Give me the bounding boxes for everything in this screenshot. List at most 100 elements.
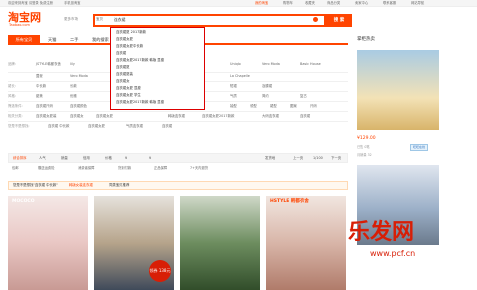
attribute-option[interactable]: 袖型 <box>230 104 237 108</box>
attribute-option[interactable]: 连衣裙尺码 <box>36 104 53 108</box>
search-category[interactable]: 宝贝 <box>96 17 103 22</box>
option-free-shipping[interactable]: 包邮 <box>12 166 19 170</box>
suggestion-item[interactable]: 连衣裙夏 2017新款 <box>116 30 146 34</box>
search-button[interactable]: 搜 索 <box>326 14 352 27</box>
sort-default[interactable]: 综合排序 <box>13 156 27 160</box>
sidebar-sales: 月销量 32 <box>357 153 372 157</box>
attribute-label: 筛选条件: <box>8 104 23 108</box>
length-option[interactable]: 及膝裙 <box>262 84 272 88</box>
suggestion-item[interactable]: 连衣裙女夏 显瘦 <box>116 86 141 90</box>
favorites-link[interactable]: 收藏夹 <box>305 1 315 5</box>
brand-option[interactable]: 茵曼 <box>36 74 43 78</box>
option-genuine[interactable]: 正品保障 <box>154 166 167 170</box>
related-option[interactable]: 连衣裙女夏2017新款 <box>202 114 234 118</box>
attribute-option[interactable]: 尺码 <box>310 104 317 108</box>
service-options: 包邮 赠送运费险 消费者保障 货到付款 正品保障 7+天内退货 <box>8 166 348 173</box>
related-option[interactable]: 连衣裙女夏装 <box>36 114 56 118</box>
search-box[interactable] <box>93 14 326 27</box>
suggestion-item[interactable]: 连衣裙 <box>116 51 126 55</box>
price-from-input[interactable]: ¥ <box>125 156 127 160</box>
ship-from-select[interactable]: 发货地 <box>265 156 275 160</box>
suggestion-item[interactable]: 连衣裙女夏2017新款 韩版 显瘦 <box>116 58 164 62</box>
brand-option[interactable]: La Chapelle <box>230 74 250 78</box>
sidebar-product-image[interactable] <box>357 50 439 130</box>
style-option[interactable]: 甜美 <box>36 94 43 98</box>
attribute-option[interactable]: 图案 <box>290 104 297 108</box>
category-link[interactable]: 商品分类 <box>327 1 340 5</box>
option-insurance[interactable]: 赠送运费险 <box>38 166 54 170</box>
customer-service-link[interactable]: 联系客服 <box>383 1 396 5</box>
length-option[interactable]: 中长款 <box>36 84 46 88</box>
seller-center-link[interactable]: 卖家中心 <box>355 1 368 5</box>
brand-option[interactable]: Vero Moda <box>262 62 280 66</box>
sidebar-meta: 已售 0笔 <box>357 145 370 149</box>
suggestion-item[interactable]: 连衣裙女夏 学生 <box>116 93 141 97</box>
style-option[interactable]: 简约 <box>262 94 269 98</box>
cart-link[interactable]: 购物车 <box>283 1 293 5</box>
sidebar-chat-button[interactable]: 旺旺在线 <box>410 144 429 151</box>
sort-price[interactable]: 价格 <box>105 156 112 160</box>
tab-secondhand[interactable]: 二手 <box>70 35 78 45</box>
option-return[interactable]: 7+天内退货 <box>190 166 208 170</box>
sidebar-title: 掌柜热卖 <box>357 37 375 42</box>
prev-page-button[interactable]: 上一页 <box>293 156 303 160</box>
suggestion-item[interactable]: 连衣裙女 <box>116 79 130 83</box>
search-input[interactable]: 连衣裙 <box>114 18 125 22</box>
related-option[interactable]: 连衣裙女夏 <box>96 114 113 118</box>
product-card[interactable] <box>180 196 260 290</box>
attribute-option[interactable]: 领型 <box>250 104 257 108</box>
brand-option[interactable]: lily <box>70 62 75 66</box>
related-option[interactable]: 连衣裙女 <box>70 114 84 118</box>
suggestion-item[interactable]: 连衣裙女夏2017新款 韩版 显瘦 <box>116 100 164 104</box>
watermark: 乐发网 www.pcf.cn <box>300 200 477 290</box>
related-option[interactable]: 大码连衣裙 <box>262 114 279 118</box>
suggestion-option[interactable]: 连衣裙 <box>162 124 172 128</box>
style-option[interactable]: 优雅 <box>70 94 77 98</box>
suggestion-option[interactable]: 连衣裙女夏 <box>88 124 105 128</box>
market-select[interactable]: 更多市场 <box>64 17 78 22</box>
brand-option[interactable]: Basic House <box>300 62 321 66</box>
brand-option[interactable]: Vero Moda <box>70 74 88 78</box>
related-option[interactable]: 韩版连衣裙 <box>168 114 185 118</box>
suggestion-label: 您是不是想找: <box>8 124 30 128</box>
attribute-option[interactable]: 连衣裙颜色 <box>70 104 87 108</box>
next-page-button[interactable]: 下一页 <box>331 156 341 160</box>
taobao-logo[interactable]: 淘宝网 <box>8 12 41 23</box>
notice-bar: 您是不是想找"连衣裙 中长款" 韩版女装连衣裙 同类宝贝推荐 <box>8 181 348 190</box>
product-label: 领券 138元 <box>149 260 171 282</box>
tab-all[interactable]: 所有宝贝 <box>8 35 40 45</box>
price-to-input[interactable]: ¥ <box>149 156 151 160</box>
welcome-text[interactable]: 欢迎来到淘宝 请登录 免费注册 <box>8 1 53 5</box>
style-option[interactable]: 复古 <box>300 94 307 98</box>
notice-link[interactable]: 韩版女装连衣裙 <box>69 183 93 187</box>
length-option[interactable]: 短裙 <box>230 84 237 88</box>
suggestion-option[interactable]: 气质连衣裙 <box>126 124 143 128</box>
sort-sales[interactable]: 销量 <box>61 156 68 160</box>
suggestion-item[interactable]: 连衣裙夏 <box>116 65 130 69</box>
brand-option[interactable]: JSTYLE韩都衣舍 <box>36 62 61 66</box>
style-label: 风格: <box>8 94 16 98</box>
option-cod[interactable]: 货到付款 <box>118 166 131 170</box>
style-option[interactable]: 气质 <box>230 94 237 98</box>
tab-tmall[interactable]: 天猫 <box>48 35 56 45</box>
mobile-link[interactable]: 手机逛淘宝 <box>64 1 80 5</box>
suggestion-item[interactable]: 连衣裙女夏 <box>116 37 133 41</box>
product-card[interactable]: MOCOCO <box>8 196 88 290</box>
suggestion-item[interactable]: 连衣裙女夏中长款 <box>116 44 143 48</box>
product-card[interactable]: 领券 138元 <box>94 196 174 290</box>
related-option[interactable]: 连衣裙 <box>300 114 310 118</box>
sort-bar: 综合排序 人气 销量 信用 价格 ¥ ¥ 发货地 上一页 1/100 下一页 <box>8 153 348 163</box>
taobao-logo-sub: Taobao.com <box>9 23 30 27</box>
sort-popularity[interactable]: 人气 <box>39 156 46 160</box>
suggestion-option[interactable]: 连衣裙 中长款 <box>48 124 69 128</box>
attribute-option[interactable]: 裙型 <box>270 104 277 108</box>
length-option[interactable]: 长款 <box>70 84 77 88</box>
brand-option[interactable]: Uniqlo <box>230 62 241 66</box>
my-taobao-link[interactable]: 我的淘宝 <box>255 1 268 5</box>
option-protection[interactable]: 消费者保障 <box>78 166 94 170</box>
site-nav-link[interactable]: 网站导航 <box>411 1 424 5</box>
camera-icon[interactable] <box>313 17 318 22</box>
sort-credit[interactable]: 信用 <box>83 156 90 160</box>
suggestion-item[interactable]: 连衣裙夏装 <box>116 72 133 76</box>
tab-my-search[interactable]: 我的搜索 <box>92 35 109 45</box>
